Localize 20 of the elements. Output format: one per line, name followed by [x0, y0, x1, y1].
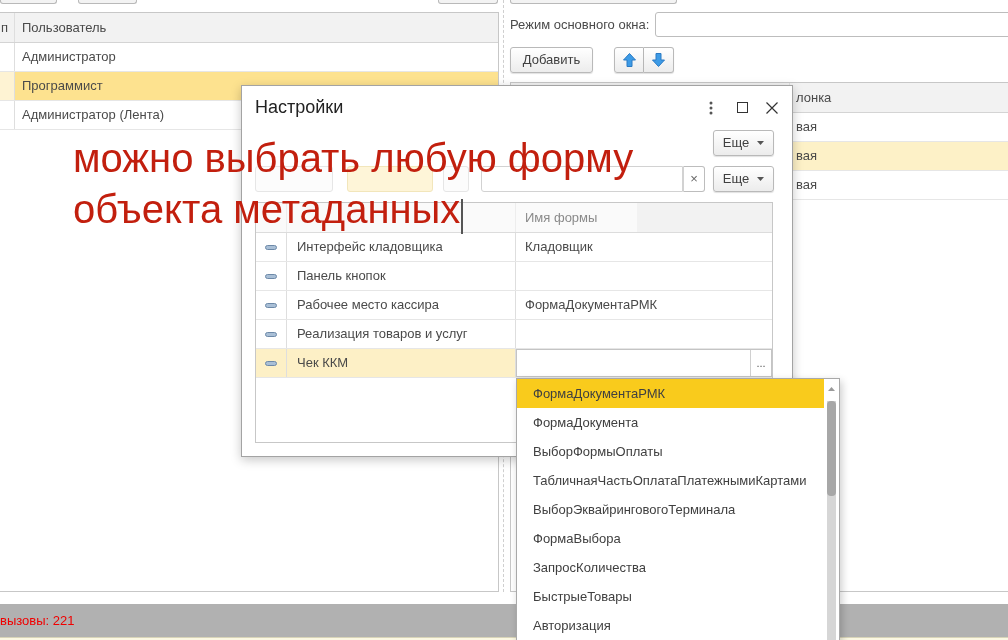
- field-label: Режим основного окна:: [510, 15, 651, 34]
- column-header: Пользователь: [21, 18, 108, 37]
- status-text: вызовы: 221: [0, 611, 75, 630]
- annotation-text: можно выбрать любую форму: [73, 137, 634, 179]
- dialog-title: Настройки: [255, 96, 344, 119]
- table-cell-text: Программист: [21, 77, 104, 96]
- table-cell-text: Администратор (Лента): [21, 106, 166, 125]
- table-cell-text: вая: [795, 147, 819, 166]
- table-cell-text: вая: [795, 176, 819, 195]
- table-cell-text: ФормаДокументаРМК: [524, 296, 659, 315]
- table-cell: Реализация товаров и услуг: [287, 320, 516, 348]
- column-header: лонка: [795, 88, 833, 107]
- table-cell-text: Администратор: [21, 48, 117, 67]
- table-cell: Панель кнопок: [287, 262, 516, 290]
- annotation-text: объекта метаданных: [73, 188, 461, 230]
- table-cell-text: Кладовщик: [524, 238, 594, 257]
- column-header: п: [0, 13, 15, 42]
- table-cell-text: вая: [795, 118, 819, 137]
- column-header: Имя формы: [524, 208, 599, 227]
- table-cell: Рабочее место кассира: [287, 291, 516, 319]
